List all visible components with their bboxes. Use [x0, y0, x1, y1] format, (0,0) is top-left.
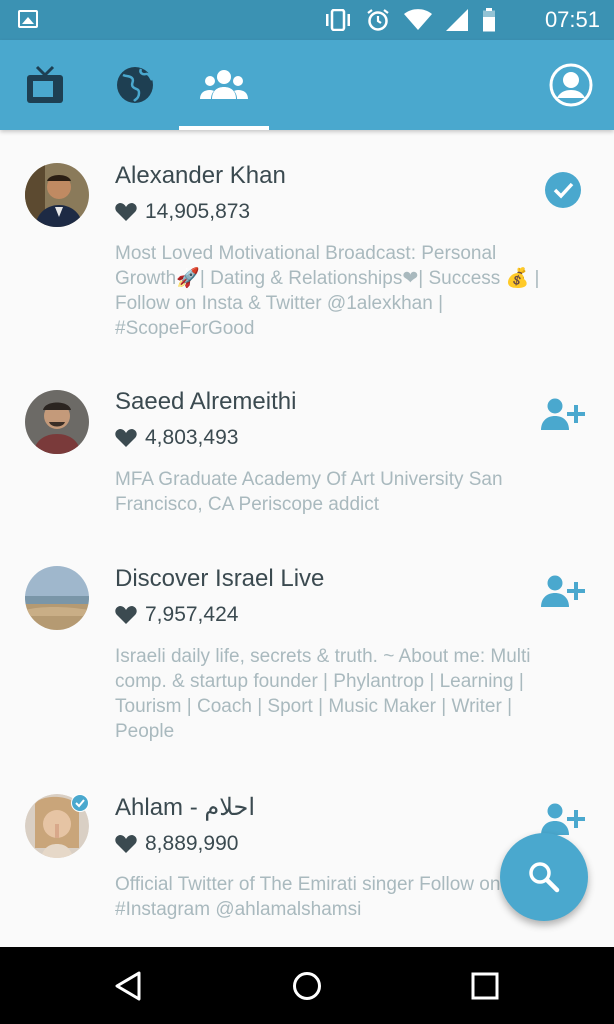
- user-description: Official Twitter of The Emirati singer F…: [115, 872, 515, 922]
- heart-icon: [115, 606, 137, 624]
- heart-count-value: 7,957,424: [145, 603, 239, 626]
- tab-tv[interactable]: [0, 40, 90, 130]
- heart-icon: [115, 835, 137, 853]
- clock: 07:51: [544, 7, 600, 32]
- home-icon: [293, 972, 321, 1000]
- signal-icon: [446, 9, 468, 31]
- wifi-icon: [404, 9, 432, 30]
- heart-count-value: 4,803,493: [145, 426, 239, 449]
- heart-count-value: 8,889,990: [145, 832, 239, 855]
- avatar[interactable]: [25, 390, 89, 454]
- list-item[interactable]: Alexander Khan 14,905,873 Most Loved Mot…: [0, 130, 614, 360]
- tab-global[interactable]: [90, 40, 180, 130]
- user-name[interactable]: Discover Israel Live: [115, 565, 324, 593]
- search-icon: [529, 862, 560, 893]
- user-name[interactable]: Saeed Alremeithi: [115, 388, 296, 416]
- following-button[interactable]: [540, 170, 586, 210]
- back-button[interactable]: [106, 963, 152, 1009]
- recents-button[interactable]: [462, 963, 508, 1009]
- recents-icon: [471, 972, 499, 1000]
- follow-add-icon: [541, 575, 585, 607]
- user-description: Israeli daily life, secrets & truth. ~ A…: [115, 646, 531, 742]
- user-name[interactable]: Alexander Khan: [115, 162, 286, 190]
- tv-icon: [27, 65, 63, 103]
- app-bar: [0, 40, 614, 130]
- avatar[interactable]: [25, 794, 89, 858]
- user-name[interactable]: Ahlam - احلام: [115, 793, 255, 822]
- verified-badge-icon: [71, 794, 89, 812]
- follow-button[interactable]: [540, 571, 586, 611]
- heart-icon: [115, 203, 137, 221]
- list-item[interactable]: Saeed Alremeithi 4,803,493 MFA Graduate …: [0, 360, 614, 535]
- following-check-icon: [545, 172, 581, 208]
- battery-icon: [483, 8, 495, 32]
- heart-count-value: 14,905,873: [145, 200, 251, 223]
- heart-count: 8,889,990: [115, 832, 238, 856]
- heart-icon: [115, 429, 137, 447]
- alarm-icon: [367, 9, 389, 31]
- heart-count: 4,803,493: [115, 426, 238, 450]
- status-icons: [324, 8, 496, 32]
- list-item[interactable]: Discover Israel Live 7,957,424 Israeli d…: [0, 535, 614, 760]
- heart-count: 7,957,424: [115, 603, 238, 627]
- user-description: MFA Graduate Academy Of Art University S…: [115, 469, 503, 515]
- system-nav-bar: [0, 947, 614, 1024]
- search-button[interactable]: [500, 833, 588, 921]
- profile-button[interactable]: [548, 62, 594, 108]
- home-button[interactable]: [284, 963, 330, 1009]
- heart-count: 14,905,873: [115, 200, 250, 224]
- account-icon: [549, 63, 593, 107]
- user-description: Most Loved Motivational Broadcast: Perso…: [115, 243, 540, 339]
- avatar[interactable]: [25, 163, 89, 227]
- user-description-text: Official Twitter of The Emirati singer F…: [115, 874, 501, 920]
- back-icon: [115, 971, 141, 1001]
- follow-button[interactable]: [540, 394, 586, 434]
- avatar[interactable]: [25, 566, 89, 630]
- tab-people[interactable]: [179, 40, 269, 130]
- follow-add-icon: [541, 398, 585, 430]
- user-list: Alexander Khan 14,905,873 Most Loved Mot…: [0, 130, 614, 947]
- vibrate-icon: [326, 9, 350, 31]
- follow-add-icon: [541, 803, 585, 835]
- image-icon: [18, 10, 38, 28]
- globe-icon: [117, 67, 154, 103]
- status-bar: 07:51: [0, 0, 614, 40]
- people-icon: [200, 70, 248, 99]
